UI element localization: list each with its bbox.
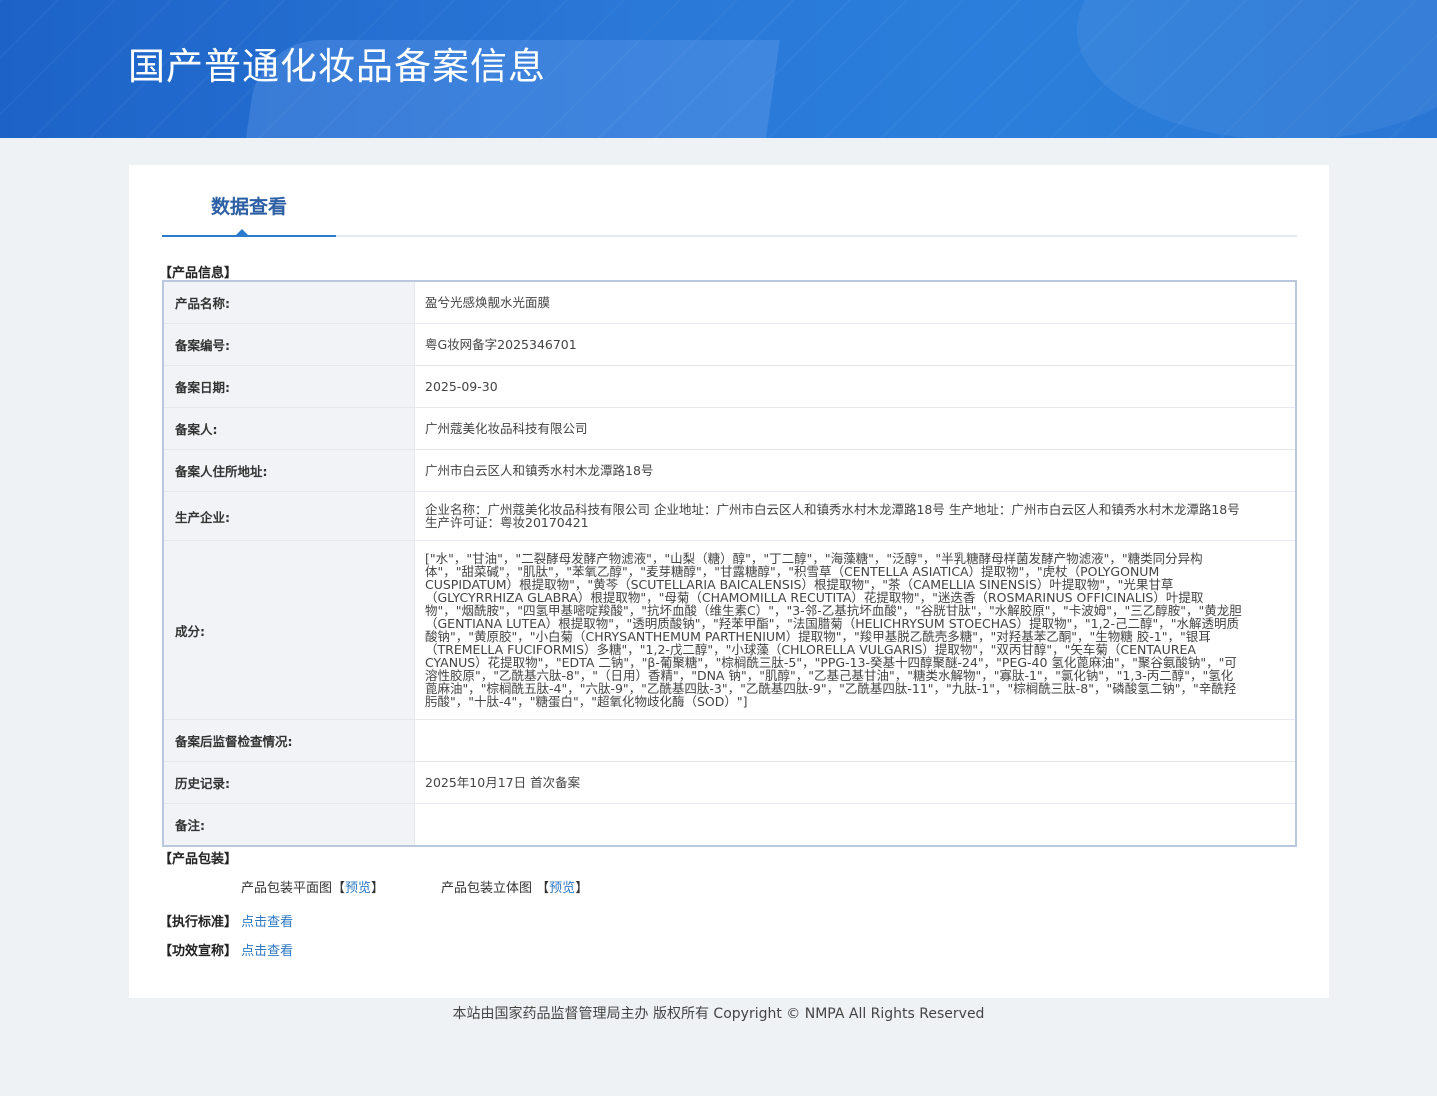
field-label-manufacturer: 生产企业: [163, 491, 415, 541]
field-value-record-number: 粤G妆网备字2025346701 [414, 323, 1296, 366]
standard-view-link[interactable]: 点击查看 [241, 915, 293, 930]
standard-row: 【执行标准】 点击查看 [159, 911, 293, 930]
field-value-inspection [414, 719, 1296, 762]
packaging-stereo-label: 产品包装立体图 [441, 881, 533, 896]
field-label-remarks: 备注: [163, 803, 415, 847]
footer-copyright: 本站由国家药品监督管理局主办 版权所有 Copyright © NMPA All… [452, 1006, 985, 1022]
table-row: 备案人住所地址: 广州市白云区人和镇秀水村木龙潭路18号 [163, 449, 1296, 492]
tab-label: 数据查看 [210, 196, 287, 218]
field-label-registrant: 备案人: [163, 407, 415, 450]
bracket-open: 【 [536, 881, 550, 896]
field-label-record-date: 备案日期: [163, 365, 415, 408]
efficacy-row: 【功效宣称】 点击查看 [159, 940, 293, 959]
product-info-table: 产品名称: 盈兮光感焕靓水光面膜 备案编号: 粤G妆网备字2025346701 … [162, 280, 1297, 847]
field-value-ingredients: ["水"，"甘油"，"二裂酵母发酵产物滤液"，"山梨（糖）醇"，"丁二醇"，"海… [414, 540, 1296, 720]
field-label-registrant-address: 备案人住所地址: [163, 449, 415, 492]
table-row: 备案编号: 粤G妆网备字2025346701 [163, 323, 1296, 366]
tab-active-caret-icon [236, 229, 248, 235]
tab-bar: 数据查看 [162, 165, 1297, 237]
field-value-remarks [414, 803, 1296, 847]
field-value-registrant: 广州蔻美化妆品科技有限公司 [414, 407, 1296, 450]
page-title: 国产普通化妆品备案信息 [128, 45, 546, 88]
bracket-close: 】 [575, 881, 589, 896]
packaging-flat-preview-link[interactable]: 预览 [345, 881, 371, 896]
content-panel: 数据查看 【产品信息】 产品名称: 盈兮光感焕靓水光面膜 备案编号: 粤G妆网备… [129, 165, 1329, 998]
field-label-record-number: 备案编号: [163, 323, 415, 366]
efficacy-heading: 【功效宣称】 [159, 944, 238, 959]
product-info-heading: 【产品信息】 [159, 266, 238, 281]
packaging-heading: 【产品包装】 [159, 852, 238, 867]
field-label-inspection: 备案后监督检查情况: [163, 719, 415, 762]
field-label-ingredients: 成分: [163, 540, 415, 720]
field-value-registrant-address: 广州市白云区人和镇秀水村木龙潭路18号 [414, 449, 1296, 492]
field-value-manufacturer: 企业名称：广州蔻美化妆品科技有限公司 企业地址：广州市白云区人和镇秀水村木龙潭路… [414, 491, 1296, 541]
field-label-product-name: 产品名称: [163, 281, 415, 324]
table-row: 备案后监督检查情况: [163, 719, 1296, 762]
header-banner: 国产普通化妆品备案信息 [0, 0, 1437, 138]
tab-data-view[interactable]: 数据查看 [162, 165, 336, 237]
packaging-flat-label: 产品包装平面图 [241, 881, 333, 896]
packaging-stereo-row: 产品包装立体图 【预览】 [441, 877, 588, 896]
table-row: 备注: [163, 803, 1296, 847]
bracket-open: 【 [332, 881, 346, 896]
table-row: 成分: ["水"，"甘油"，"二裂酵母发酵产物滤液"，"山梨（糖）醇"，"丁二醇… [163, 540, 1296, 720]
table-row: 备案日期: 2025-09-30 [163, 365, 1296, 408]
field-value-product-name: 盈兮光感焕靓水光面膜 [414, 281, 1296, 324]
field-value-record-date: 2025-09-30 [414, 365, 1296, 408]
table-row: 备案人: 广州蔻美化妆品科技有限公司 [163, 407, 1296, 450]
table-row: 产品名称: 盈兮光感焕靓水光面膜 [163, 281, 1296, 324]
table-row: 历史记录: 2025年10月17日 首次备案 [163, 761, 1296, 804]
packaging-flat-row: 产品包装平面图【预览】 [241, 877, 384, 896]
field-value-history: 2025年10月17日 首次备案 [414, 761, 1296, 804]
packaging-stereo-preview-link[interactable]: 预览 [549, 881, 575, 896]
bracket-close: 】 [371, 881, 385, 896]
table-row: 生产企业: 企业名称：广州蔻美化妆品科技有限公司 企业地址：广州市白云区人和镇秀… [163, 491, 1296, 541]
efficacy-view-link[interactable]: 点击查看 [241, 944, 293, 959]
field-label-history: 历史记录: [163, 761, 415, 804]
standard-heading: 【执行标准】 [159, 915, 238, 930]
